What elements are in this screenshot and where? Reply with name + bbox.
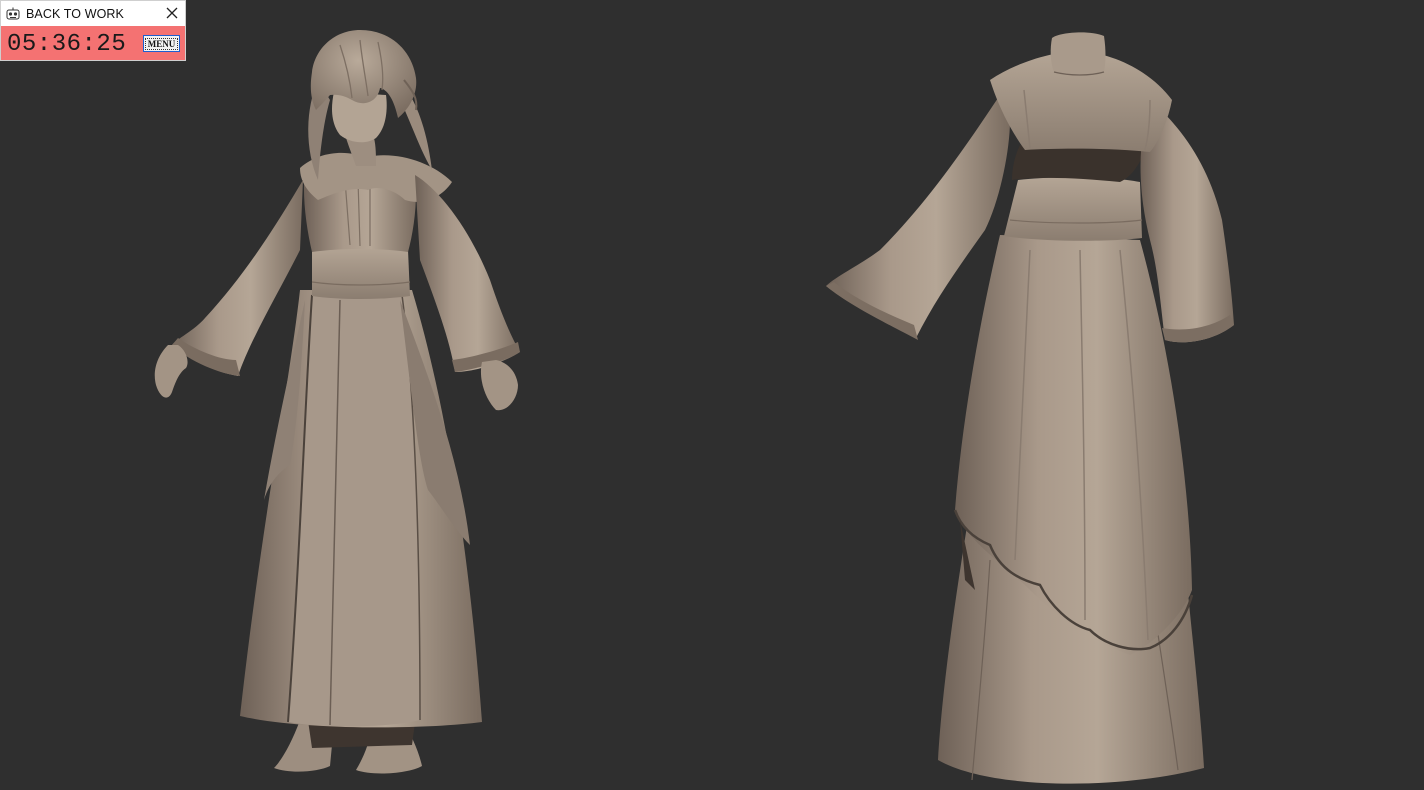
close-icon[interactable] bbox=[165, 6, 179, 20]
timer-title: BACK TO WORK bbox=[26, 6, 124, 21]
robot-face-icon bbox=[6, 7, 20, 21]
menu-button[interactable]: MENU bbox=[143, 35, 180, 52]
timer-window[interactable]: BACK TO WORK 05:36:25 MENU bbox=[0, 0, 186, 61]
timer-titlebar[interactable]: BACK TO WORK bbox=[1, 1, 185, 26]
back-dress-model bbox=[826, 32, 1234, 784]
sculpt-scene bbox=[154, 30, 1234, 784]
timer-clock: 05:36:25 bbox=[7, 31, 127, 58]
front-figure-model bbox=[154, 30, 520, 774]
timer-body: 05:36:25 MENU bbox=[1, 26, 185, 60]
menu-button-label: MENU bbox=[144, 37, 179, 50]
3d-viewport[interactable]: BACK TO WORK 05:36:25 MENU bbox=[0, 0, 1424, 790]
